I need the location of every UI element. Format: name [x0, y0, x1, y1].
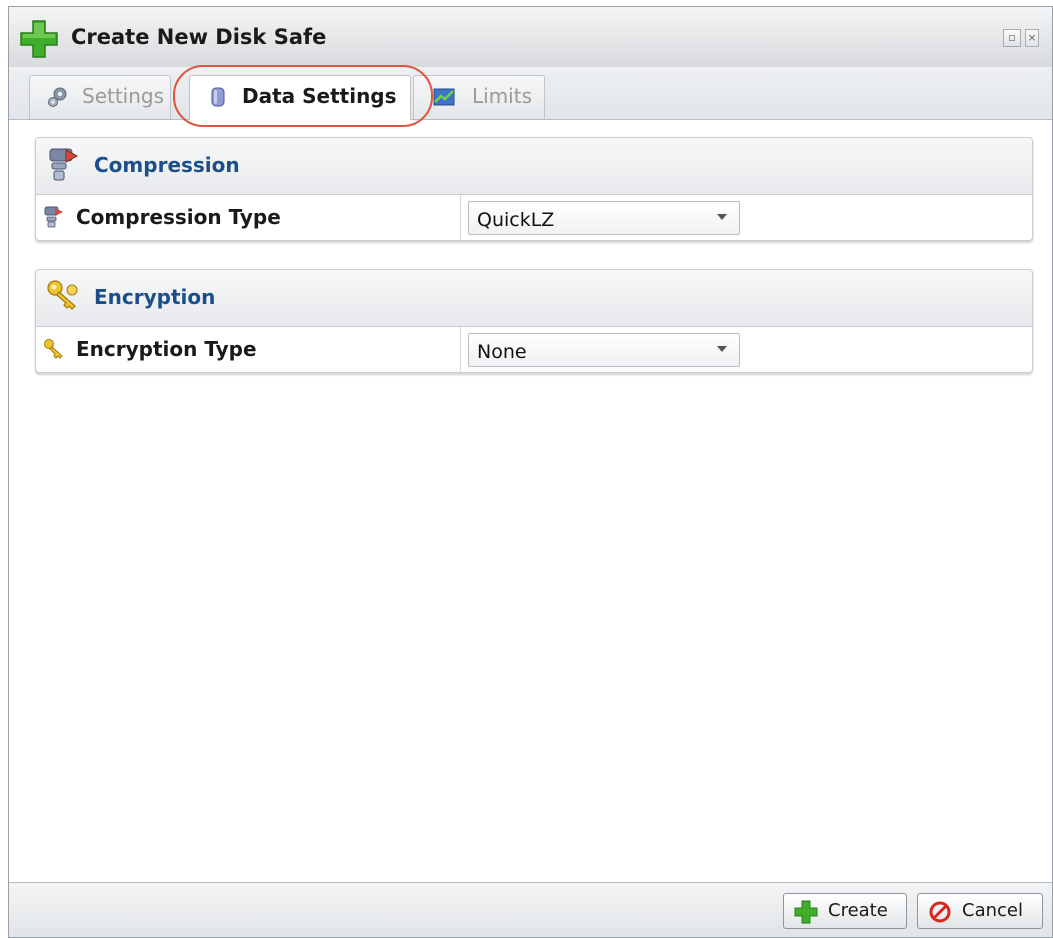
plus-icon [794, 900, 818, 924]
encryption-type-label-cell: Encryption Type [36, 327, 461, 373]
encryption-type-select[interactable]: None [468, 333, 740, 367]
chart-icon [433, 88, 455, 106]
dialog-title: Create New Disk Safe [71, 25, 327, 49]
encryption-type-row: Encryption Type None [36, 327, 1032, 373]
database-icon [211, 87, 225, 107]
maximize-button[interactable]: ▫ [1003, 29, 1021, 47]
gear-icon [48, 87, 67, 107]
tab-strip: Settings Data Settings Limits [9, 67, 1052, 120]
compression-type-label-cell: Compression Type [36, 195, 461, 241]
compression-type-value: QuickLZ [477, 209, 555, 231]
compression-icon [49, 148, 79, 181]
plus-icon [20, 20, 58, 58]
compression-type-select[interactable]: QuickLZ [468, 201, 740, 235]
dialog-footer: Create Cancel [9, 882, 1052, 937]
tab-limits-label: Limits [472, 84, 532, 108]
create-button-label: Create [828, 900, 888, 921]
create-button[interactable]: Create [783, 893, 907, 929]
compression-title: Compression [94, 153, 240, 177]
chevron-down-icon [717, 214, 727, 220]
compression-type-row: Compression Type QuickLZ [36, 195, 1032, 241]
key-icon [47, 280, 78, 310]
chevron-down-icon [717, 346, 727, 352]
compression-panel-header: Compression [36, 138, 1032, 195]
close-button[interactable]: × [1025, 29, 1039, 47]
encryption-type-value: None [477, 341, 527, 363]
tab-limits[interactable]: Limits [413, 75, 545, 119]
encryption-panel: Encryption Encryption Type None [35, 269, 1033, 373]
cancel-button-label: Cancel [962, 900, 1023, 921]
encryption-panel-header: Encryption [36, 270, 1032, 327]
encryption-title: Encryption [94, 285, 216, 309]
tab-data-settings[interactable]: Data Settings [189, 75, 411, 120]
key-small-icon [44, 339, 63, 359]
tab-settings-label: Settings [82, 84, 165, 108]
compression-small-icon [44, 206, 63, 228]
cancel-icon [929, 901, 951, 923]
create-disk-safe-dialog: Create New Disk Safe ▫ × Settings Data S… [8, 6, 1053, 938]
dialog-titlebar: Create New Disk Safe ▫ × [9, 7, 1052, 68]
compression-type-label: Compression Type [76, 205, 281, 229]
compression-panel: Compression Compression Type QuickLZ [35, 137, 1033, 241]
cancel-button[interactable]: Cancel [917, 893, 1043, 929]
tab-data-settings-label: Data Settings [242, 84, 397, 108]
tab-settings[interactable]: Settings [29, 75, 171, 119]
encryption-type-label: Encryption Type [76, 337, 257, 361]
